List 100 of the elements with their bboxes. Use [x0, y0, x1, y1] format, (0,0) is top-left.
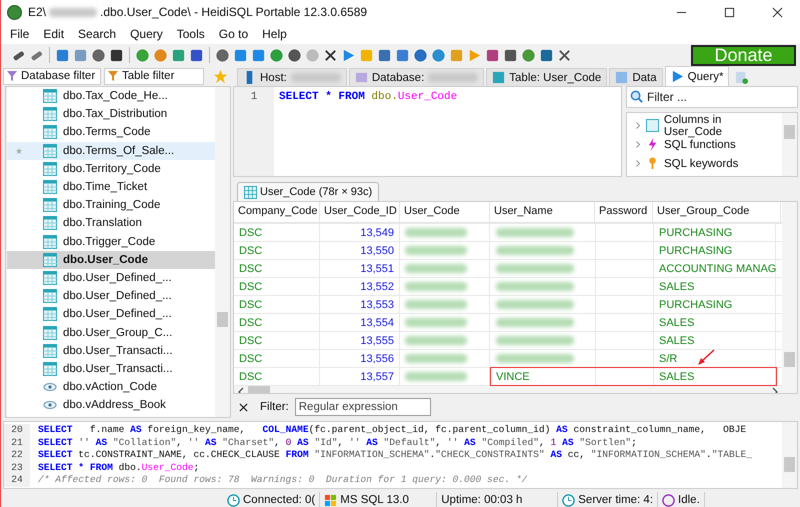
column-header[interactable]: User_Code_ID	[320, 202, 400, 222]
table-cell: ACCOUNTING MANAG	[654, 260, 776, 278]
blurred-text	[405, 372, 467, 382]
scrollbar-thumb[interactable]	[784, 352, 795, 368]
tree-item[interactable]: dbo.User_Defined_...	[7, 268, 215, 288]
blurred-text	[405, 264, 467, 274]
table-cell: DSC	[234, 242, 320, 260]
tab[interactable]: Database:	[348, 68, 484, 86]
tree-item[interactable]: dbo.Tax_Distribution	[7, 105, 215, 124]
status-panel: Idle.	[658, 492, 705, 507]
tree-item[interactable]: dbo.Trigger_Code	[7, 232, 215, 251]
database-filter-field[interactable]: Database filter	[3, 68, 101, 84]
tree-item[interactable]: dbo.User_Transacti...	[7, 360, 215, 378]
blurred-text	[405, 282, 467, 292]
tree-item[interactable]: dbo.User_Transacti...	[7, 342, 215, 360]
code-line: /* Affected rows: 0 Found rows: 78 Warnings: 0 Duration for 1 query: 0.000 sec. */	[38, 474, 528, 486]
tree-item[interactable]: dbo.User_Defined_...	[7, 305, 215, 324]
sql-editor[interactable]: 1 SELECT * FROM dbo.User_Code	[233, 86, 622, 178]
helper-tree-item[interactable]: Columns in User_Code	[627, 116, 782, 135]
star-icon[interactable]	[213, 68, 228, 84]
menu-item[interactable]: Go to	[212, 27, 256, 41]
scrollbar[interactable]	[215, 87, 230, 417]
table-cell: SALES	[654, 332, 776, 350]
maximize-icon[interactable]	[724, 6, 735, 18]
blurred-text	[49, 8, 98, 16]
table-cell: 13,552	[320, 278, 400, 296]
tree-item[interactable]: dbo.Training_Code	[7, 196, 215, 214]
status-panel: Uptime: 00:03 h	[437, 492, 558, 507]
filter-input[interactable]: Regular expression	[294, 398, 431, 416]
close-icon[interactable]	[323, 48, 338, 62]
scrollbar[interactable]	[782, 113, 797, 176]
close-icon[interactable]	[239, 402, 248, 412]
table-cell: DSC	[234, 314, 320, 332]
line-number: 1	[250, 91, 258, 103]
tab[interactable]: Query*	[664, 66, 730, 86]
tree-item[interactable]: dbo.User_Group_C...	[7, 323, 215, 342]
circle-icon	[662, 494, 676, 506]
code-line: SELECT * FROM dbo.User_Code	[278, 90, 458, 104]
window-title: .dbo.User_Code\ - HeidiSQL Portable 12.3.0.6589	[100, 5, 368, 19]
table-filter-field[interactable]: Table filter	[104, 68, 204, 84]
scrollbar-thumb[interactable]	[784, 125, 795, 139]
tree-item[interactable]: dbo.Translation	[7, 214, 215, 232]
table-cell: 13,556	[320, 350, 400, 368]
table-cell: DSC	[234, 368, 320, 386]
tree-item[interactable]: dbo.User_Code	[7, 250, 215, 269]
tree-item[interactable]: dbo.vAddress_Book	[7, 396, 215, 414]
table-cell: SALES	[654, 314, 776, 332]
windows-logo-icon	[324, 494, 338, 506]
scrollbar[interactable]	[782, 202, 797, 394]
menu-item[interactable]: File	[3, 27, 36, 41]
close-icon[interactable]	[557, 48, 572, 62]
tree-item[interactable]: dbo.Tax_Code_He...	[7, 87, 215, 106]
menu-item[interactable]: Edit	[36, 27, 72, 41]
table-cell: 13,557	[320, 368, 400, 386]
column-header[interactable]: User_Code	[400, 202, 490, 222]
table-cell: DSC	[234, 224, 320, 242]
scrollbar-thumb[interactable]	[217, 312, 228, 327]
menu-item[interactable]: Query	[123, 27, 170, 41]
table-cell: DSC	[234, 350, 320, 368]
tab[interactable]: Host:	[237, 68, 347, 86]
code-line: SELECT tc.CONSTRAINT_NAME, cc.CHECK_CLAUSE FROM "INFORMATION_SCHEMA"."CHECK_CONSTRAINTS" AS cc, "INFORMATION_SCHEMA"."TABLE_	[38, 449, 752, 462]
status-panel: Connected: 0(	[223, 492, 320, 507]
tree-item[interactable]: dbo.User_Defined_...	[7, 287, 215, 306]
app-logo-icon	[7, 4, 22, 20]
table-cell: 13,553	[320, 296, 400, 314]
blurred-text	[405, 336, 467, 346]
blurred-text	[405, 228, 467, 238]
helper-tree-item[interactable]: SQL keywords	[627, 154, 782, 173]
close-icon[interactable]	[772, 6, 783, 18]
new-tab-icon[interactable]	[735, 71, 748, 84]
line-number: 23	[4, 462, 30, 474]
table-cell: DSC	[234, 332, 320, 350]
table-cell: PURCHASING	[654, 242, 776, 260]
table-cell: DSC	[234, 296, 320, 314]
menu-item[interactable]: Search	[71, 27, 124, 41]
tab[interactable]: Table: User_Code	[486, 68, 608, 86]
tree-item[interactable]: dbo.Time_Ticket	[7, 178, 215, 196]
column-header[interactable]: User_Name	[490, 202, 595, 222]
scrollbar[interactable]	[782, 422, 797, 488]
tree-item[interactable]: dbo.Terms_Of_Sale...	[7, 142, 215, 160]
code-line: SELECT '' AS "Collation", '' AS "Charset", 0 AS "Id", '' AS "Default", '' AS "Compiled", 1 AS "Sortlen";	[38, 436, 637, 449]
tab[interactable]: Data	[609, 68, 663, 86]
filter-field[interactable]: Filter ...	[626, 86, 798, 108]
column-header[interactable]: Password	[595, 202, 653, 222]
table-cell: PURCHASING	[654, 296, 776, 314]
status-panel: MS SQL 13.0	[320, 492, 438, 507]
tree-item[interactable]: dbo.Terms_Code	[7, 123, 215, 142]
tree-item[interactable]: dbo.vAction_Code	[7, 378, 215, 396]
scrollbar-thumb[interactable]	[784, 457, 795, 472]
table-cell: DSC	[234, 278, 320, 296]
line-number: 24	[4, 474, 30, 486]
blurred-text	[405, 354, 467, 364]
column-header[interactable]: Company_Code	[234, 202, 320, 222]
menu-item[interactable]: Tools	[170, 27, 212, 41]
column-header[interactable]: User_Group_Code	[653, 202, 781, 222]
tree-item[interactable]: dbo.Territory_Code	[7, 160, 215, 178]
menu-item[interactable]: Help	[255, 27, 294, 41]
table-cell: 13,550	[320, 242, 400, 260]
star-icon	[15, 146, 23, 155]
result-tab[interactable]: User_Code (78r × 93c)	[237, 182, 380, 202]
